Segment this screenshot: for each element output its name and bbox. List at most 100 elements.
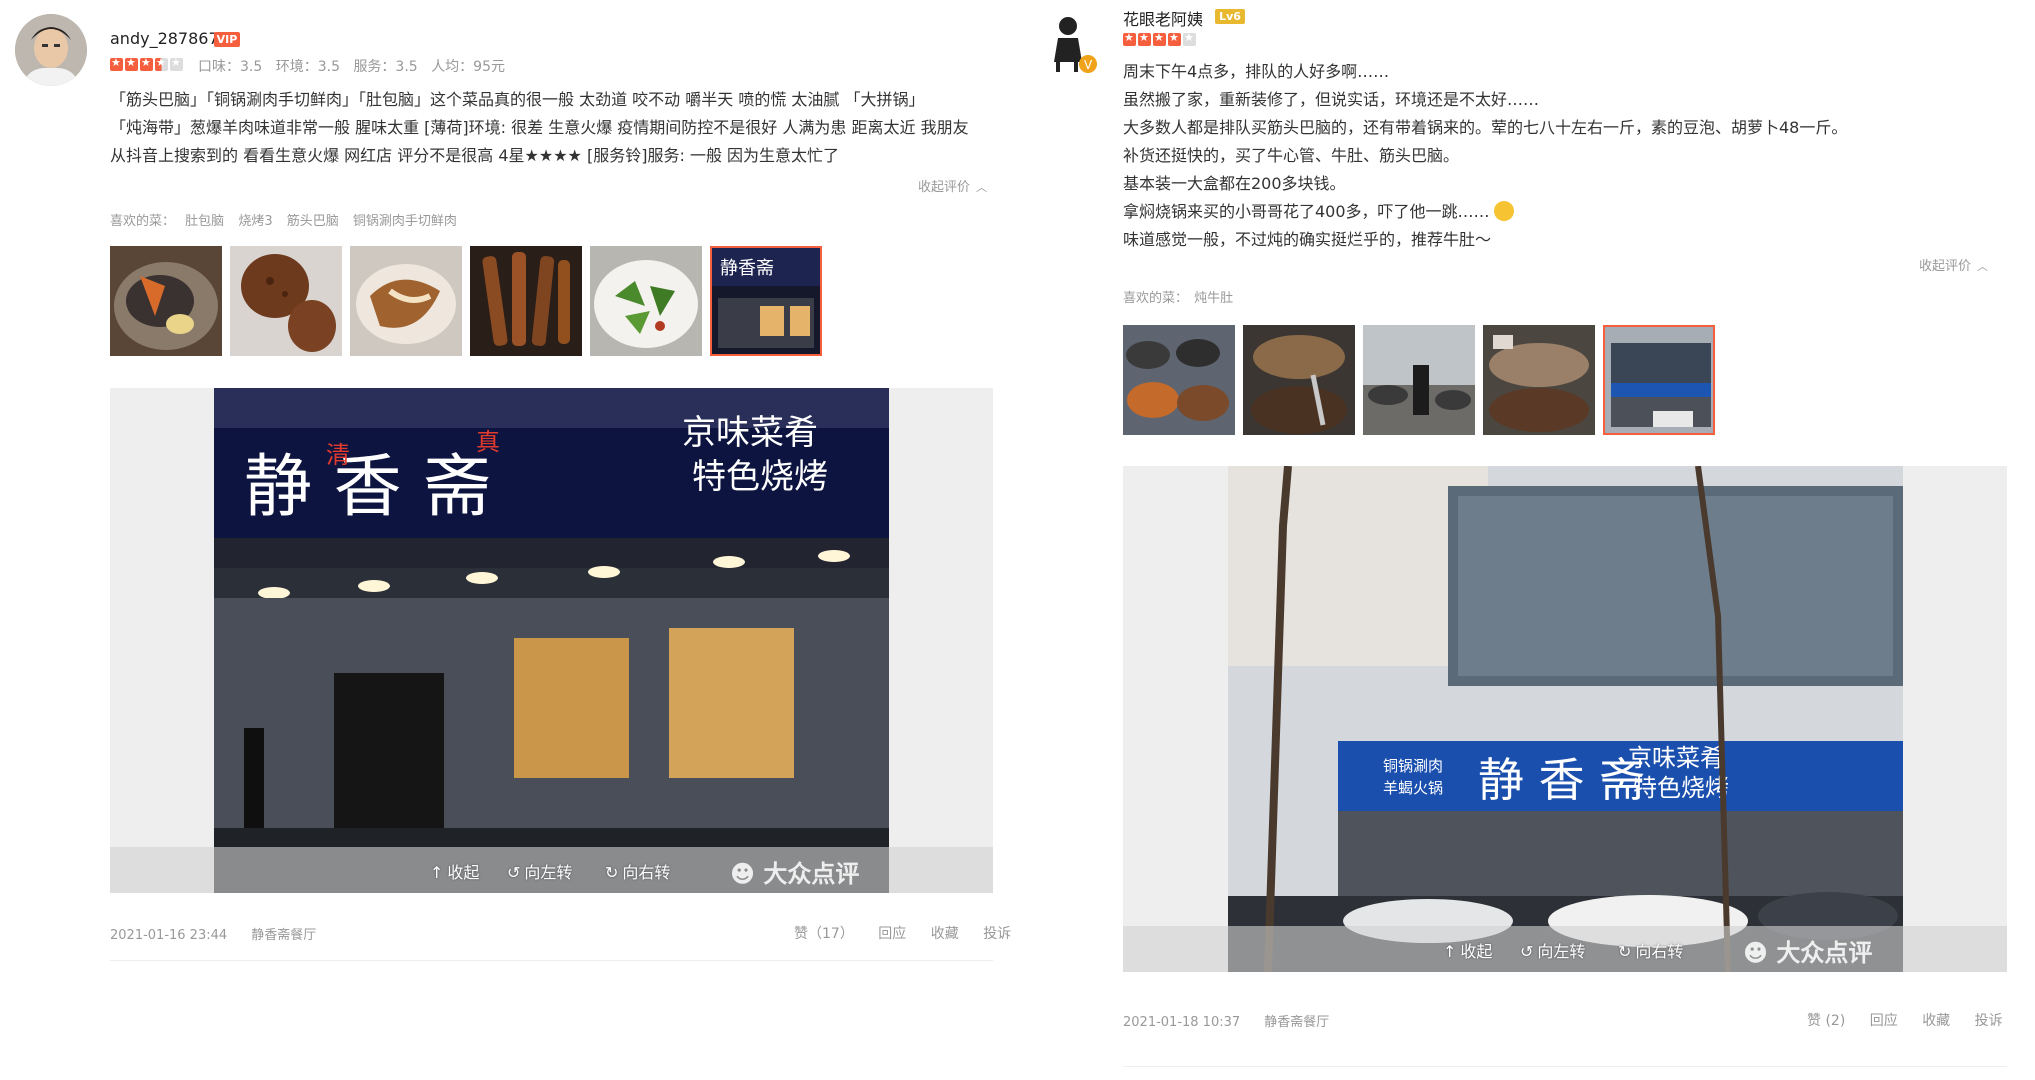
collapse-photo-button[interactable]: ↑ 收起 xyxy=(430,859,479,883)
sign-main-text: 静 香 斋 xyxy=(244,448,491,527)
svg-text:V: V xyxy=(1084,58,1093,72)
favorite-dishes-label: 喜欢的菜： xyxy=(110,214,176,229)
person-icon: ☻ xyxy=(730,860,756,888)
rotate-right-icon: ↻ xyxy=(1618,942,1632,961)
photo-viewer[interactable]: 静 香 斋 清 真 京味菜肴 特色烧烤 ↑收起 ↺向左转 ↻向右转 ☻ 大 xyxy=(110,388,993,893)
collapse-review-link[interactable]: 收起评价 ︿ xyxy=(918,176,987,195)
favorite-dish[interactable]: 筋头巴脑 xyxy=(287,214,339,229)
rotate-left-button[interactable]: ↺ 向左转 xyxy=(507,859,572,883)
photo-thumbnail[interactable] xyxy=(1363,325,1475,435)
sign-side-text: 特色烧烤 xyxy=(692,457,828,497)
reply-button[interactable]: 回应 xyxy=(1870,1013,1898,1029)
review-text-line: 「炖海带」葱爆羊肉味道非常一般 腥味太重 [薄荷]环境: 很差 生意火爆 疫情期… xyxy=(110,118,969,137)
rotate-left-icon: ↺ xyxy=(1520,942,1534,961)
shop-name[interactable]: 静香斋餐厅 xyxy=(1264,1015,1329,1030)
collapse-review-link[interactable]: 收起评价 ︿ xyxy=(1919,255,1988,274)
rotate-left-label: 向左转 xyxy=(1537,942,1586,961)
star-icon xyxy=(140,56,153,71)
favorite-dish[interactable]: 铜锅涮肉手切鲜肉 xyxy=(353,214,457,229)
score-breakdown: 口味：3.5 环境：3.5 服务：3.5 人均：95元 xyxy=(198,56,514,76)
photo-thumbnails xyxy=(1123,325,1723,435)
empty-star-icon xyxy=(1183,31,1196,46)
review-card-huayan: V 花眼老阿姨 Lv6 周末下午4点多，排队的人好多啊…… 虽然搬了家，重新装修… xyxy=(1035,0,2035,1080)
favorite-dish[interactable]: 肚包脑 xyxy=(185,214,224,229)
like-button[interactable]: 赞 (2) xyxy=(1807,1013,1845,1029)
review-actions: 赞 (2) 回应 收藏 投诉 xyxy=(1787,1010,2003,1030)
username[interactable]: 花眼老阿姨 xyxy=(1123,6,1203,30)
watermark-label: 大众点评 xyxy=(1776,939,1873,967)
photo-thumbnail[interactable] xyxy=(590,246,702,356)
photo-thumbnail-selected[interactable]: 静香斋 xyxy=(710,246,822,356)
rotate-right-button[interactable]: ↻ 向右转 xyxy=(1618,938,1683,962)
collapse-review-label: 收起评价 xyxy=(1919,259,1972,274)
photo-viewer[interactable]: 静 香 斋 铜锅涮肉 羊蝎火锅 京味菜肴 特色烧烤 ↑ 收起 ↺ 向左转 ↻ 向右转 … xyxy=(1123,466,2007,972)
star-rating xyxy=(1123,31,1196,47)
avatar-image xyxy=(15,14,87,86)
review-text-line: 拿焖烧锅来买的小哥哥花了400多，吓了他一跳…… xyxy=(1123,198,1847,226)
review-text: 周末下午4点多，排队的人好多啊…… 虽然搬了家，重新装修了，但说实话，环境还是不… xyxy=(1123,58,1847,254)
watermark-label: 大众点评 xyxy=(763,860,860,888)
photo-thumbnail[interactable] xyxy=(1123,325,1235,435)
sign-main-text: 静 香 斋 xyxy=(1478,753,1645,807)
storefront-day-photo: 静 香 斋 铜锅涮肉 羊蝎火锅 京味菜肴 特色烧烤 xyxy=(1228,466,1903,972)
photo-thumbnail[interactable] xyxy=(1483,325,1595,435)
rotate-right-label: 向右转 xyxy=(622,863,671,882)
rotate-left-button[interactable]: ↺ 向左转 xyxy=(1520,938,1585,962)
sign-side-text: 京味菜肴 xyxy=(1628,744,1724,772)
photo-thumbnail[interactable] xyxy=(1243,325,1355,435)
rotate-right-button[interactable]: ↻ 向右转 xyxy=(605,859,670,883)
half-star-icon xyxy=(155,56,168,71)
star-icon xyxy=(1138,31,1151,46)
arrow-up-icon: ↑ xyxy=(430,863,444,882)
like-button[interactable]: 赞（17） xyxy=(794,926,854,942)
sign-side-text: 京味菜肴 xyxy=(682,413,818,453)
report-button[interactable]: 投诉 xyxy=(983,926,1011,942)
report-button[interactable]: 投诉 xyxy=(1975,1013,2003,1029)
favorite-dish[interactable]: 烧烤3 xyxy=(238,214,272,229)
rotate-left-icon: ↺ xyxy=(507,863,521,882)
avatar[interactable] xyxy=(15,14,87,86)
collapse-photo-button[interactable]: ↑ 收起 xyxy=(1443,938,1492,962)
photo-thumbnail[interactable] xyxy=(470,246,582,356)
review-date: 2021-01-18 10:37 xyxy=(1123,1015,1241,1030)
review-text-span: 拿焖烧锅来买的小哥哥花了400多，吓了他一跳…… xyxy=(1123,202,1490,221)
svg-text:静香斋: 静香斋 xyxy=(720,258,774,279)
storefront-night-photo: 静 香 斋 清 真 京味菜肴 特色烧烤 xyxy=(214,388,889,893)
per-capita-price: 人均：95元 xyxy=(431,59,505,75)
photo-thumbnail[interactable] xyxy=(230,246,342,356)
dianping-watermark: ☻ 大众点评 xyxy=(1743,933,1872,968)
empty-star-icon xyxy=(170,56,183,71)
level-badge: Lv6 xyxy=(1215,9,1245,24)
photo-thumbnail-selected[interactable] xyxy=(1603,325,1715,435)
reply-button[interactable]: 回应 xyxy=(878,926,906,942)
shop-name[interactable]: 静香斋餐厅 xyxy=(251,928,316,943)
arrow-up-icon: ↑ xyxy=(1443,942,1457,961)
rotate-left-label: 向左转 xyxy=(524,863,573,882)
taste-score: 口味：3.5 xyxy=(198,59,263,75)
favorite-button[interactable]: 收藏 xyxy=(931,926,959,942)
sign-small-text: 清 xyxy=(326,441,350,469)
star-icon xyxy=(110,56,123,71)
review-text-line: 周末下午4点多，排队的人好多啊…… xyxy=(1123,62,1390,81)
favorite-dishes-label: 喜欢的菜： xyxy=(1123,291,1189,306)
avatar[interactable]: V xyxy=(1040,12,1102,74)
review-text-line: 虽然搬了家，重新装修了，但说实话，环境还是不太好…… xyxy=(1123,90,1540,109)
username[interactable]: andy_287867 xyxy=(110,29,219,48)
avatar-image: V xyxy=(1040,12,1102,74)
favorite-dishes: 喜欢的菜： 炖牛肚 xyxy=(1123,287,1243,306)
favorite-button[interactable]: 收藏 xyxy=(1922,1013,1950,1029)
review-text-line: 从抖音上搜索到的 看看生意火爆 网红店 评分不是很高 4星★★★★ [服务铃]服… xyxy=(110,146,840,165)
star-icon xyxy=(1168,31,1181,46)
review-meta: 2021-01-16 23:44 静香斋餐厅 xyxy=(110,924,316,943)
star-rating xyxy=(110,56,183,72)
vip-badge: VIP xyxy=(214,32,240,47)
photo-thumbnail[interactable] xyxy=(350,246,462,356)
star-icon xyxy=(1153,31,1166,46)
person-icon: ☻ xyxy=(1743,939,1769,967)
photo-thumbnail[interactable] xyxy=(110,246,222,356)
favorite-dishes: 喜欢的菜： 肚包脑 烧烤3 筋头巴脑 铜锅涮肉手切鲜肉 xyxy=(110,210,467,229)
photo-thumbnails: 静香斋 xyxy=(110,246,830,356)
photo-viewer-toolbar: ↑ 收起 ↺ 向左转 ↻ 向右转 ☻ 大众点评 xyxy=(1123,926,2007,972)
favorite-dish[interactable]: 炖牛肚 xyxy=(1194,291,1233,306)
collapse-photo-label: 收起 xyxy=(447,863,480,882)
